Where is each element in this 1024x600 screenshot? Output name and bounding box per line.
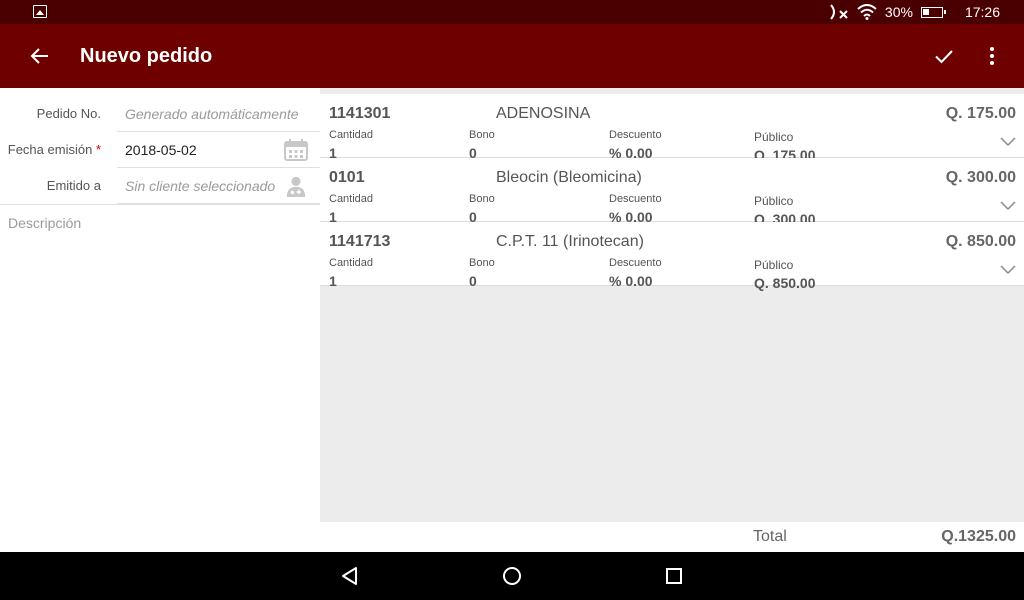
- cantidad-label: Cantidad: [329, 193, 374, 205]
- bono-value: 0: [469, 273, 477, 289]
- fecha-label: Fecha emisión *: [8, 132, 101, 168]
- pedido-field: Generado automáticamente: [117, 96, 320, 132]
- list-item[interactable]: 1141713 C.P.T. 11 (Irinotecan) Q. 850.00…: [320, 222, 1024, 291]
- bono-label: Bono: [469, 129, 495, 141]
- total-value: Q.1325.00: [941, 528, 1016, 545]
- emitido-label: Emitido a: [46, 178, 101, 193]
- descuento-label: Descuento: [609, 257, 662, 269]
- total-bar: Total Q.1325.00: [320, 522, 1024, 552]
- item-name: ADENOSINA: [496, 105, 591, 122]
- list-item[interactable]: 1141301 ADENOSINA Q. 175.00 Cantidad 1 B…: [320, 94, 1024, 163]
- wifi-icon: [857, 4, 877, 20]
- check-icon[interactable]: [932, 44, 956, 68]
- item-name: Bleocin (Bleomicina): [496, 169, 642, 186]
- emitido-row: Emitido a Sin cliente seleccionado: [0, 168, 320, 204]
- chevron-down-icon[interactable]: [1000, 201, 1016, 211]
- item-name: C.P.T. 11 (Irinotecan): [496, 233, 644, 250]
- cantidad-label: Cantidad: [329, 129, 374, 141]
- back-arrow-icon[interactable]: [28, 44, 52, 68]
- item-price: Q. 175.00: [945, 105, 1016, 122]
- fecha-row: Fecha emisión * 2018-05-02: [0, 132, 320, 168]
- chevron-down-icon[interactable]: [1000, 265, 1016, 275]
- list-item[interactable]: 0101 Bleocin (Bleomicina) Q. 300.00 Cant…: [320, 158, 1024, 227]
- navigation-bar: [0, 552, 1024, 600]
- publico-label: Público: [754, 258, 794, 272]
- pedido-row: Pedido No. Generado automáticamente: [0, 96, 320, 132]
- publico-label: Público: [754, 130, 794, 144]
- item-code: 1141713: [329, 233, 391, 250]
- descuento-value: % 0.00: [609, 273, 653, 289]
- required-marker: *: [95, 142, 101, 157]
- nav-recents-icon[interactable]: [662, 564, 686, 588]
- app-bar: Nuevo pedido: [0, 24, 1024, 88]
- item-price: Q. 850.00: [945, 233, 1016, 250]
- publico-label: Público: [754, 194, 794, 208]
- chevron-down-icon[interactable]: [1000, 137, 1016, 147]
- status-bar: 30% 17:26: [0, 0, 1024, 24]
- battery-icon: [920, 6, 946, 18]
- battery-percent: 30%: [884, 4, 913, 20]
- nav-home-icon[interactable]: [500, 564, 524, 588]
- page-title: Nuevo pedido: [80, 45, 213, 67]
- status-bar-right: 30% 17:26: [829, 0, 1000, 24]
- nav-back-icon[interactable]: [338, 564, 362, 588]
- bono-label: Bono: [469, 193, 495, 205]
- calendar-icon[interactable]: [284, 139, 308, 161]
- item-code: 1141301: [329, 105, 391, 122]
- signal-off-icon: [830, 4, 848, 20]
- doctor-icon[interactable]: [284, 175, 308, 197]
- image-icon: [33, 5, 47, 18]
- item-price: Q. 300.00: [945, 169, 1016, 186]
- order-form: Pedido No. Generado automáticamente Fech…: [0, 88, 320, 552]
- fecha-label-text: Fecha emisión: [7, 142, 93, 157]
- pedido-label: Pedido No.: [36, 106, 101, 121]
- description-field[interactable]: Descripción: [0, 204, 320, 241]
- publico-value: Q. 850.00: [754, 275, 816, 291]
- items-list: 1141301 ADENOSINA Q. 175.00 Cantidad 1 B…: [320, 88, 1024, 522]
- more-vert-icon[interactable]: [980, 44, 1004, 68]
- cantidad-label: Cantidad: [329, 257, 374, 269]
- total-label: Total: [753, 528, 787, 545]
- item-code: 0101: [329, 169, 365, 186]
- clock: 17:26: [964, 4, 1000, 20]
- bono-label: Bono: [469, 257, 495, 269]
- cantidad-value: 1: [329, 273, 337, 289]
- descuento-label: Descuento: [609, 129, 662, 141]
- descuento-label: Descuento: [609, 193, 662, 205]
